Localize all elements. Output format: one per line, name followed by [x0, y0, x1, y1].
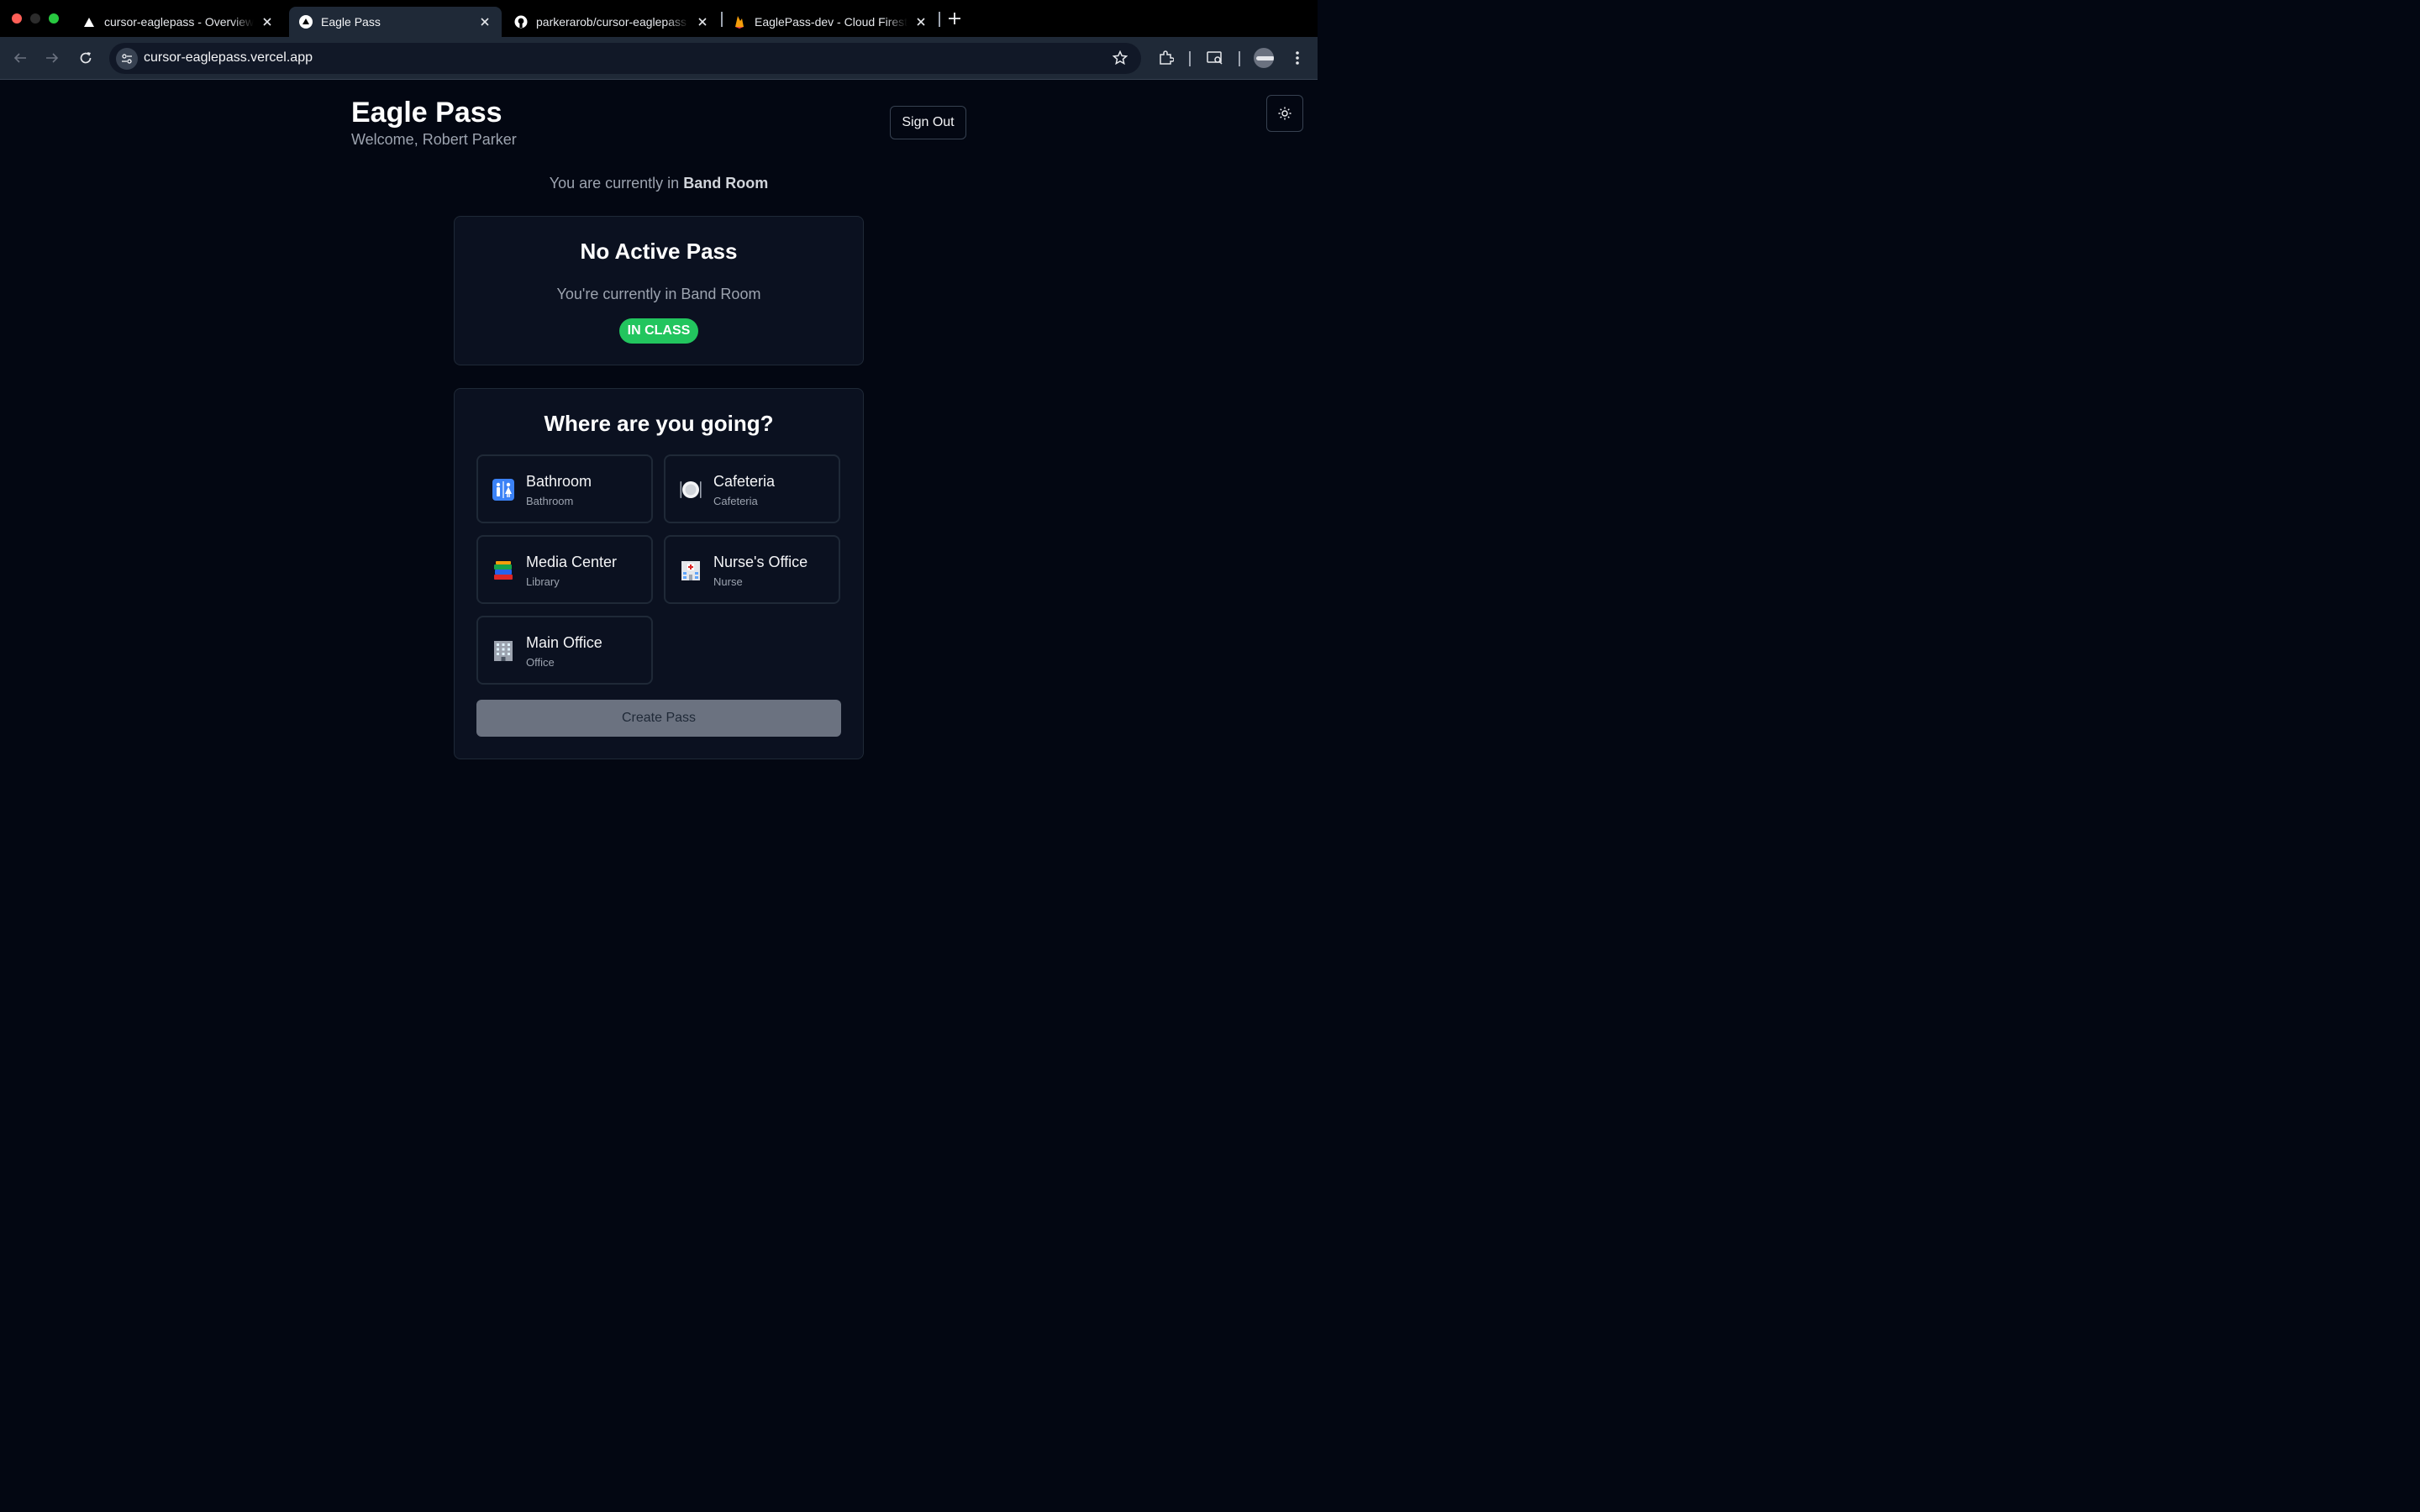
- window-close-button[interactable]: [12, 13, 22, 24]
- plate-cutlery-icon: [679, 478, 702, 501]
- tab-title: Eagle Pass: [321, 15, 381, 29]
- close-icon[interactable]: [914, 15, 928, 29]
- close-icon[interactable]: [478, 15, 492, 29]
- destination-title: Where are you going?: [544, 411, 774, 436]
- destination-option-main-office[interactable]: Main Office Office: [476, 616, 653, 685]
- toolbar-separator: [1239, 51, 1240, 66]
- arrow-right-icon: [46, 53, 59, 63]
- welcome-text: Welcome, Robert Parker: [351, 131, 517, 148]
- bookmark-star-icon[interactable]: [1112, 50, 1128, 66]
- vercel-triangle-icon: [299, 15, 313, 29]
- vercel-triangle-icon: [82, 15, 96, 29]
- close-icon[interactable]: [696, 15, 709, 29]
- new-tab-button[interactable]: [944, 8, 965, 29]
- browser-toolbar: cursor-eaglepass.vercel.app: [0, 37, 1318, 80]
- destination-name: Media Center: [526, 554, 618, 570]
- extensions-icon[interactable]: [1156, 48, 1176, 68]
- destination-type: Nurse: [713, 575, 743, 588]
- destination-type: Bathroom: [526, 495, 574, 507]
- browser-tab-strip: cursor-eaglepass - Overview Eagle Pass p…: [0, 0, 1318, 37]
- reload-icon: [80, 52, 92, 64]
- site-settings-icon[interactable]: [116, 48, 138, 70]
- destination-name: Cafeteria: [713, 473, 776, 490]
- tab-title: EaglePass-dev - Cloud Firestore: [755, 15, 908, 29]
- destination-card: Where are you going? Bathroom Bathroom C…: [454, 388, 864, 759]
- destination-name: Main Office: [526, 634, 602, 651]
- hospital-icon: [679, 559, 702, 582]
- browser-tab[interactable]: parkerarob/cursor-eaglepass: [504, 7, 719, 37]
- github-icon: [514, 15, 528, 29]
- browser-tab[interactable]: EaglePass-dev - Cloud Firestore: [723, 7, 938, 37]
- destination-option-bathroom[interactable]: Bathroom Bathroom: [476, 454, 653, 523]
- pass-status-subtitle: You're currently in Band Room: [556, 286, 761, 302]
- destination-name: Nurse's Office: [713, 554, 808, 570]
- profile-avatar[interactable]: [1254, 48, 1274, 68]
- window-minimize-button[interactable]: [30, 13, 40, 24]
- url-text: cursor-eaglepass.vercel.app: [144, 50, 313, 65]
- destination-type: Library: [526, 575, 560, 588]
- close-icon[interactable]: [260, 15, 274, 29]
- sign-out-button[interactable]: Sign Out: [890, 106, 966, 139]
- destination-option-cafeteria[interactable]: Cafeteria Cafeteria: [664, 454, 840, 523]
- tab-separator: [939, 12, 940, 27]
- office-building-icon: [492, 639, 515, 663]
- firebase-icon: [733, 15, 746, 29]
- address-bar[interactable]: cursor-eaglepass.vercel.app: [109, 43, 1141, 74]
- destination-name: Bathroom: [526, 473, 592, 490]
- pass-status-card: No Active Pass You're currently in Band …: [454, 216, 864, 365]
- reload-button[interactable]: [76, 48, 96, 68]
- window-zoom-button[interactable]: [49, 13, 59, 24]
- app-page: Eagle Pass Welcome, Robert Parker Sign O…: [0, 81, 1318, 823]
- create-pass-button[interactable]: Create Pass: [476, 700, 841, 737]
- back-button[interactable]: [10, 48, 30, 68]
- menu-kebab-icon[interactable]: [1287, 48, 1307, 68]
- browser-tab-active[interactable]: Eagle Pass: [289, 7, 502, 37]
- pass-status-title: No Active Pass: [580, 239, 738, 264]
- toolbar-separator: [1189, 51, 1191, 66]
- books-icon: [492, 559, 515, 582]
- current-location-prefix: You are currently in: [549, 175, 680, 192]
- tab-search-icon[interactable]: [1205, 48, 1225, 68]
- browser-tab[interactable]: cursor-eaglepass - Overview: [72, 7, 284, 37]
- current-room-name: Band Room: [683, 175, 769, 192]
- app-title: Eagle Pass: [351, 97, 502, 129]
- tab-title: parkerarob/cursor-eaglepass: [536, 15, 687, 29]
- forward-button[interactable]: [42, 48, 62, 68]
- destination-option-nurses-office[interactable]: Nurse's Office Nurse: [664, 535, 840, 604]
- restroom-icon: [492, 478, 515, 501]
- plus-icon: [949, 13, 960, 24]
- current-location-text: You are currently in Band Room: [0, 175, 1318, 192]
- theme-toggle-button[interactable]: [1266, 95, 1303, 132]
- sun-icon: [1278, 107, 1292, 120]
- destination-type: Office: [526, 656, 555, 669]
- tab-title: cursor-eaglepass - Overview: [104, 15, 254, 29]
- destination-option-media-center[interactable]: Media Center Library: [476, 535, 653, 604]
- destination-type: Cafeteria: [713, 495, 758, 507]
- status-badge: IN CLASS: [619, 318, 698, 344]
- arrow-left-icon: [13, 53, 26, 63]
